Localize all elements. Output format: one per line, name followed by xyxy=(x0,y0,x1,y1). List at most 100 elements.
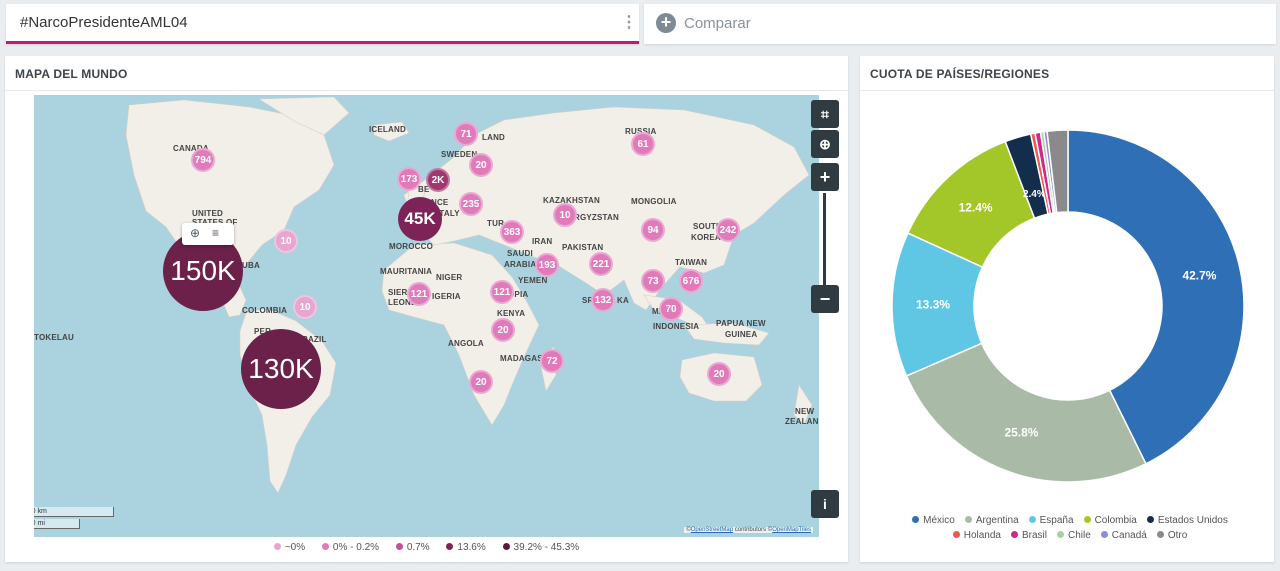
map-bubble[interactable]: 676 xyxy=(679,269,703,293)
place-label: YEMEN xyxy=(518,276,548,285)
crop-icon[interactable]: ⌗ xyxy=(811,100,839,128)
legend-item[interactable]: Chile xyxy=(1057,528,1091,543)
legend-item[interactable]: Holanda xyxy=(952,528,1001,543)
legend-label: México xyxy=(923,515,955,526)
pie-data-label: 25.8% xyxy=(1004,426,1038,440)
legend-item[interactable]: Colombia xyxy=(1083,513,1137,528)
compare-label: Comparar xyxy=(684,15,751,32)
map-bubble[interactable]: 71 xyxy=(454,122,478,146)
place-label: IGERIA xyxy=(432,292,461,301)
zoom-in-button[interactable]: + xyxy=(811,163,839,191)
map-bubble[interactable]: 45K xyxy=(398,197,442,241)
pie-data-label: 42.7% xyxy=(1182,268,1216,282)
legend-swatch xyxy=(1010,531,1018,538)
place-label: TAIWAN xyxy=(675,258,708,267)
place-label: NEW xyxy=(795,407,815,416)
map-bubble[interactable]: 20 xyxy=(469,370,493,394)
map-bubble[interactable]: 363 xyxy=(500,220,524,244)
map-bubble[interactable]: 121 xyxy=(490,280,514,304)
zoom-slider[interactable] xyxy=(823,193,826,285)
bubble-popover: ⊕ ≡ xyxy=(182,223,234,245)
map-bubble[interactable]: 242 xyxy=(716,218,740,242)
legend-label: Chile xyxy=(1068,530,1091,541)
map-legend: ~0% 0% - 0.2% 0.7% 13.6% 39.2% - 45.3% xyxy=(5,542,848,553)
legend-label: Argentina xyxy=(975,515,1019,526)
legend-swatch xyxy=(1156,531,1164,538)
query-tab[interactable]: #NarcoPresidenteAML04 ⋮ xyxy=(6,4,639,44)
map-bubble[interactable]: 10 xyxy=(553,203,577,227)
pie-data-label: 12.4% xyxy=(959,201,993,215)
map-attribution[interactable]: ©OpenStreetMap contributors ©OpenMapTile… xyxy=(684,527,813,533)
map-bubble[interactable]: 121 xyxy=(407,282,431,306)
pie-slice-argentina[interactable] xyxy=(905,342,1147,483)
legend-item[interactable]: España xyxy=(1028,513,1074,528)
map-bubble[interactable]: 20 xyxy=(491,318,515,342)
map-bubble[interactable]: 10 xyxy=(293,295,317,319)
legend-item[interactable]: Estados Unidos xyxy=(1146,513,1228,528)
map-bubble[interactable]: 20 xyxy=(707,362,731,386)
legend-item[interactable]: México xyxy=(912,513,955,528)
place-label: IRAN xyxy=(532,237,553,246)
scale-bar-km: 3000 km xyxy=(34,507,114,517)
place-label: ARABIA xyxy=(504,260,537,269)
place-label: INDONESIA xyxy=(653,322,700,331)
place-label: COLOMBIA xyxy=(242,306,288,315)
place-label: ZEALAND xyxy=(785,417,819,426)
map-bubble[interactable]: 221 xyxy=(589,252,613,276)
panel-title: MAPA DEL MUNDO xyxy=(15,67,128,81)
place-label: KAZAKHSTAN xyxy=(543,196,600,205)
map-bubble[interactable]: 173 xyxy=(397,167,421,191)
map-bubble[interactable]: 61 xyxy=(631,132,655,156)
place-label: UBA xyxy=(242,261,260,270)
legend-item[interactable]: Otro xyxy=(1156,528,1187,543)
place-label: LAND xyxy=(482,133,506,142)
legend-swatch xyxy=(1028,516,1036,523)
place-label: SIER xyxy=(388,288,408,297)
place-label: MADAGAS xyxy=(500,354,543,363)
chart-legend: México Argentina España Colombia Estados Uni… xyxy=(880,513,1260,543)
map-bubble[interactable]: 73 xyxy=(641,269,665,293)
legend-item[interactable]: Argentina xyxy=(964,513,1019,528)
divider xyxy=(5,90,848,91)
map-bubble[interactable]: 94 xyxy=(641,218,665,242)
compare-button[interactable]: + Comparar xyxy=(644,4,1276,44)
map-bubble[interactable]: 235 xyxy=(459,192,483,216)
map-bubble[interactable]: 70 xyxy=(659,297,683,321)
place-label: SAUDI xyxy=(507,249,533,258)
map-bubble[interactable]: 794 xyxy=(191,148,215,172)
map-bubble[interactable]: 2K xyxy=(426,168,450,192)
map-bubble[interactable]: 132 xyxy=(591,288,615,312)
legend-swatch xyxy=(1100,531,1108,538)
land-shapes xyxy=(125,96,813,494)
map-bubble[interactable]: 10 xyxy=(274,229,298,253)
place-label: NIGER xyxy=(436,273,463,282)
map-bubble[interactable]: 193 xyxy=(535,253,559,277)
place-label: RGYZSTAN xyxy=(574,213,620,222)
zoom-in-icon[interactable]: ⊕ xyxy=(190,226,200,240)
scale-bar-mi: 2000 mi xyxy=(34,519,80,529)
world-map[interactable]: ICELAND SWEDEN LAND RUSSIA CANADA UNITED… xyxy=(34,95,819,537)
place-label: ICELAND xyxy=(369,125,406,134)
legend-label: Canadá xyxy=(1111,530,1147,541)
info-button[interactable]: i xyxy=(811,490,839,518)
map-bubble[interactable]: 130K xyxy=(241,329,321,409)
legend-item[interactable]: Brasil xyxy=(1010,528,1047,543)
map-bubble[interactable]: 20 xyxy=(469,153,493,177)
legend-swatch xyxy=(1083,516,1091,523)
legend-item[interactable]: Canadá xyxy=(1100,528,1147,543)
legend-label: España xyxy=(1039,515,1074,526)
place-label: PAKISTAN xyxy=(562,243,604,252)
place-label: KENYA xyxy=(497,309,526,318)
legend-label: Estados Unidos xyxy=(1157,515,1228,526)
filter-icon[interactable]: ≡ xyxy=(212,226,219,240)
more-options-icon[interactable]: ⋮ xyxy=(621,14,637,32)
map-bubble[interactable]: 72 xyxy=(540,349,564,373)
legend-item: 0.7% xyxy=(395,542,430,553)
legend-label: Colombia xyxy=(1094,515,1137,526)
place-label: MONGOLIA xyxy=(631,197,677,206)
legend-swatch xyxy=(912,516,920,523)
place-label: TOKELAU xyxy=(34,333,74,342)
zoom-out-button[interactable]: − xyxy=(811,285,839,313)
donut-chart[interactable]: 42.7%25.8%13.3%12.4%2.4% xyxy=(888,126,1248,486)
crosshair-icon[interactable]: ⊕ xyxy=(811,130,839,158)
